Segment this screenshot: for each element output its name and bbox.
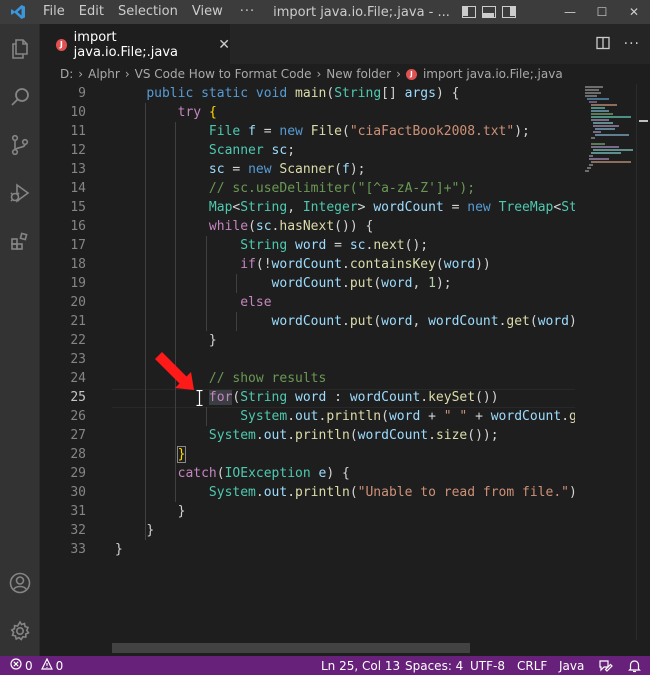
eol-setting[interactable]: CRLF — [517, 659, 547, 673]
account-icon[interactable] — [7, 570, 33, 596]
vscode-logo-icon — [0, 0, 36, 24]
code-line: 9 public static void main(String[] args)… — [78, 86, 460, 101]
breadcrumb-item-new-folder[interactable]: New folder — [326, 67, 391, 81]
source-control-icon[interactable] — [7, 132, 33, 158]
menu-view[interactable]: View — [185, 0, 230, 24]
warning-icon — [40, 657, 53, 673]
close-icon[interactable]: ✕ — [218, 37, 230, 53]
chevron-right-icon: › — [124, 67, 130, 81]
feedback-icon[interactable] — [599, 659, 613, 673]
tab-label: import java.io.File;.java — [73, 29, 179, 60]
code-line: 12 Scanner sc; — [70, 143, 296, 158]
code-line: 21 wordCount.put(word, wordCount.get(wor… — [70, 314, 575, 329]
indentation-setting[interactable]: Spaces: 4 — [405, 659, 463, 673]
breadcrumb-item-drive[interactable]: D: — [60, 67, 73, 81]
cursor-position[interactable]: Ln 25, Col 13 — [321, 659, 400, 673]
chevron-right-icon: › — [78, 67, 84, 81]
code-line: 17 String word = sc.next(); — [70, 238, 429, 253]
horizontal-scrollbar[interactable] — [112, 643, 470, 653]
java-file-icon: J — [56, 38, 67, 51]
toggle-panel-icon[interactable] — [481, 6, 496, 18]
breadcrumb-item-folder[interactable]: VS Code How to Format Code — [135, 67, 312, 81]
search-icon[interactable] — [7, 84, 33, 110]
code-line: 32 } — [70, 523, 155, 538]
split-editor-icon[interactable] — [595, 36, 610, 54]
problems-indicator[interactable]: 0 0 — [10, 657, 64, 673]
chevron-right-icon: › — [396, 67, 401, 81]
code-line: 13 sc = new Scanner(f); — [70, 162, 366, 177]
code-line: 19 wordCount.put(word, 1); — [70, 276, 452, 291]
settings-gear-icon[interactable] — [7, 618, 33, 644]
breadcrumb-item-file[interactable]: import java.io.File;.java — [423, 67, 563, 81]
code-line: 23 — [70, 352, 86, 367]
close-button[interactable]: ✕ — [618, 0, 650, 24]
tab-import-java-io-file[interactable]: J import java.io.File;.java ✕ — [40, 24, 230, 64]
run-debug-icon[interactable] — [7, 180, 33, 206]
title-bar: File Edit Selection View ··· import java… — [0, 0, 650, 24]
error-count: 0 — [25, 658, 33, 673]
code-line: 30 System.out.println("Unable to read fr… — [70, 485, 575, 500]
error-icon — [10, 658, 22, 673]
minimap[interactable] — [575, 84, 636, 640]
code-line: 24 // show results — [70, 371, 327, 386]
red-arrow-icon — [150, 350, 200, 392]
code-line: 20 else — [70, 295, 272, 310]
extensions-icon[interactable] — [7, 228, 33, 254]
toggle-secondary-sidebar-icon[interactable] — [501, 6, 516, 18]
code-line: 18 if(!wordCount.containsKey(word)) — [70, 257, 491, 272]
code-line: 10 try { — [70, 105, 217, 120]
code-line: 15 Map<String, Integer> wordCount = new … — [70, 200, 575, 215]
breadcrumb-item-alphr[interactable]: Alphr — [88, 67, 120, 81]
menu-edit[interactable]: Edit — [72, 0, 111, 24]
language-mode[interactable]: Java — [559, 659, 584, 673]
minimize-button[interactable]: — — [554, 0, 586, 24]
code-line: 27 System.out.println(wordCount.size()); — [70, 428, 499, 443]
activity-bar — [0, 24, 40, 656]
java-file-icon: J — [405, 68, 417, 80]
maximize-button[interactable]: ☐ — [586, 0, 618, 24]
code-line: 28 } — [70, 446, 187, 463]
tab-bar: J import java.io.File;.java ✕ ··· — [40, 24, 650, 64]
code-line: 31 } — [70, 504, 186, 519]
code-line-active: 25 for(String word : wordCount.keySet()) — [70, 390, 499, 405]
more-actions-icon[interactable]: ··· — [624, 36, 640, 54]
window-title: import java.io.File;.java - ... — [273, 4, 450, 20]
text-cursor-icon — [196, 389, 203, 407]
menu-selection[interactable]: Selection — [111, 0, 185, 24]
code-line: 22 } — [70, 333, 217, 348]
status-bar: 0 0 Ln 25, Col 13 Spaces: 4 UTF-8 CRLF J… — [0, 656, 650, 675]
explorer-icon[interactable] — [7, 36, 33, 62]
encoding-setting[interactable]: UTF-8 — [470, 659, 505, 673]
bell-icon[interactable] — [628, 659, 641, 673]
code-line: 33} — [70, 542, 123, 557]
code-line: 11 File f = new File("ciaFactBook2008.tx… — [70, 124, 530, 139]
code-editor[interactable]: 9 public static void main(String[] args)… — [40, 84, 575, 640]
code-line: 26 System.out.println(word + " " + wordC… — [70, 409, 575, 424]
menu-more[interactable]: ··· — [230, 0, 265, 24]
code-line: 29 catch(IOException e) { — [70, 466, 350, 481]
vertical-scrollbar[interactable] — [636, 84, 650, 640]
breadcrumb: D: › Alphr › VS Code How to Format Code … — [40, 64, 650, 84]
code-line: 14 // sc.useDelimiter("[^a-zA-Z']+"); — [70, 181, 476, 196]
warning-count: 0 — [55, 658, 64, 673]
chevron-right-icon: › — [316, 67, 322, 81]
menu-file[interactable]: File — [36, 0, 72, 24]
toggle-sidebar-icon[interactable] — [461, 6, 476, 18]
code-line: 16 while(sc.hasNext()) { — [70, 219, 374, 234]
